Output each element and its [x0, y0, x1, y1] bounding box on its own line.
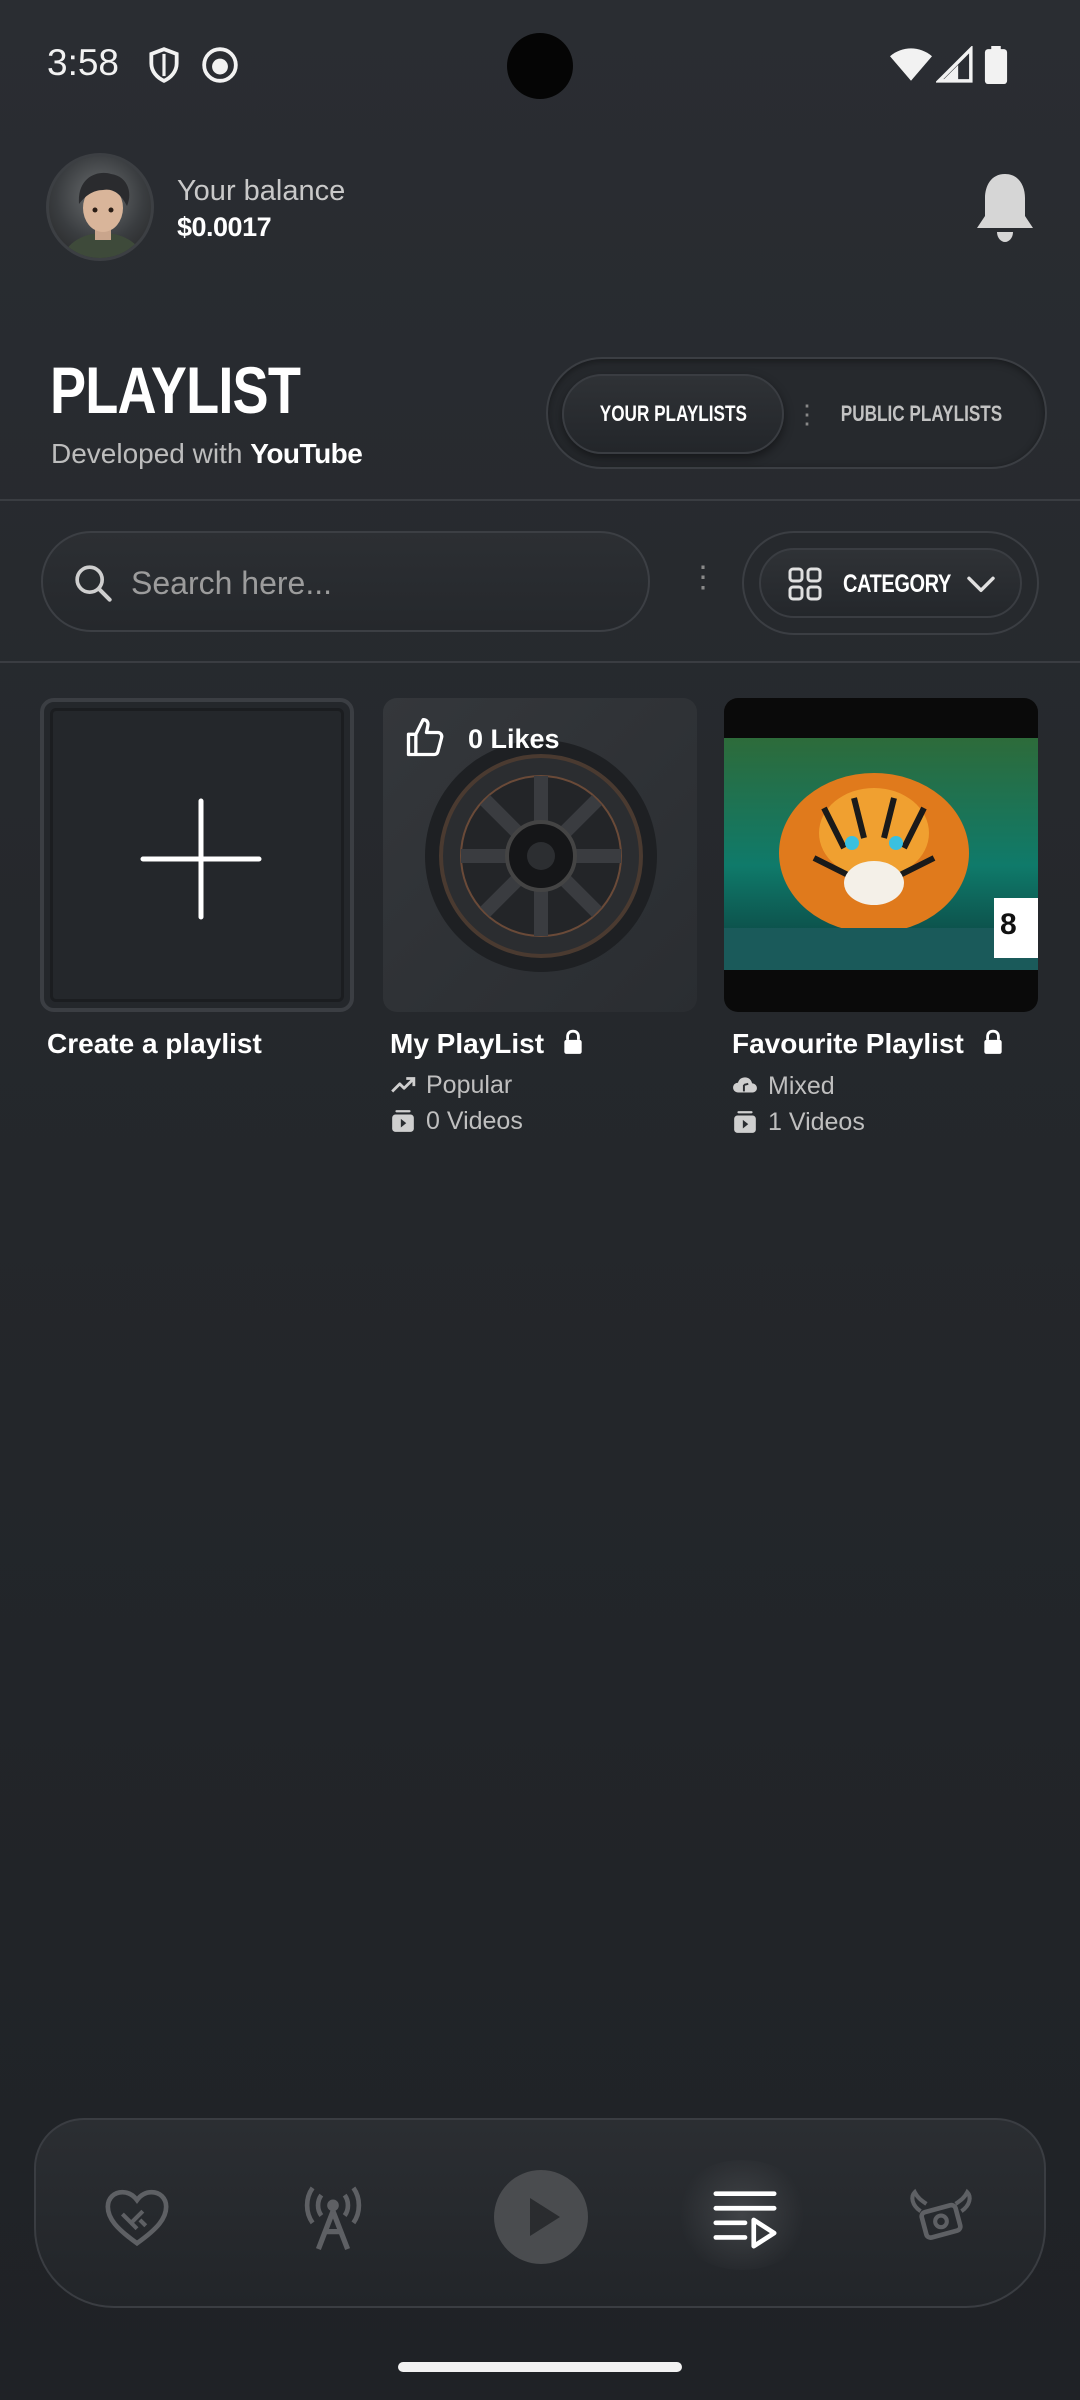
page-subtitle: Developed with YouTube: [51, 438, 363, 470]
lock-icon: [983, 1029, 1002, 1054]
tab-label: YOUR PLAYLISTS: [599, 401, 747, 426]
playlist-thumbnail: 8: [724, 738, 1038, 970]
status-bar: 3:58: [0, 0, 1080, 135]
playlist-title-text: My PlayList: [390, 1028, 545, 1059]
battery-icon: [984, 46, 1008, 84]
angel-money-icon[interactable]: [906, 2182, 976, 2252]
video-library-icon: [734, 1111, 756, 1133]
divider: [0, 661, 1080, 663]
balance-value: $0.0017: [177, 212, 272, 242]
search-input[interactable]: Search here...: [41, 531, 650, 632]
playlist-tag-text: Popular: [426, 1071, 513, 1099]
playlist-title[interactable]: Favourite Playlist: [732, 1028, 1004, 1060]
playlist-tag: Mixed: [732, 1072, 835, 1101]
playlist-video-count-text: 0 Videos: [426, 1107, 523, 1135]
create-playlist-label[interactable]: Create a playlist: [47, 1028, 262, 1060]
search-placeholder: Search here...: [131, 565, 332, 601]
playlist-card-my-playlist[interactable]: 0 Likes: [383, 698, 697, 1012]
divider: [0, 499, 1080, 501]
grid-icon: [788, 567, 822, 601]
video-library-icon: [392, 1110, 414, 1132]
svg-text:8: 8: [1000, 908, 1017, 941]
balance-label: Your balance: [177, 175, 346, 207]
playlist-card-favourite[interactable]: 8: [724, 698, 1038, 1012]
cloud-music-icon: [733, 1077, 757, 1093]
trending-up-icon: [391, 1077, 416, 1093]
bell-icon[interactable]: [975, 170, 1035, 246]
camera-cutout: [507, 33, 573, 99]
playlist-video-count: 0 Videos: [390, 1107, 523, 1136]
playlist-tag-text: Mixed: [768, 1072, 835, 1100]
playlist-tabs: YOUR PLAYLISTS ⋮ PUBLIC PLAYLISTS: [546, 357, 1047, 469]
tab-your-playlists[interactable]: YOUR PLAYLISTS: [562, 374, 784, 454]
lock-icon: [564, 1029, 582, 1054]
playlist-video-count-text: 1 Videos: [768, 1108, 865, 1136]
thumbs-up-icon[interactable]: [403, 716, 447, 760]
tab-label: PUBLIC PLAYLISTS: [840, 401, 1002, 426]
subtitle-prefix: Developed with: [51, 438, 243, 469]
category-label: CATEGORY: [843, 570, 951, 598]
play-icon: [530, 2198, 560, 2236]
create-playlist-card[interactable]: [40, 698, 354, 1012]
category-dropdown[interactable]: CATEGORY: [759, 548, 1022, 618]
playlist-thumbnail: [425, 740, 657, 972]
wifi-icon: [890, 48, 932, 81]
page-title: PLAYLIST: [50, 353, 301, 427]
more-options-icon[interactable]: ⋮: [688, 560, 718, 595]
bottom-navigation: [34, 2118, 1046, 2308]
cell-signal-icon: [936, 46, 973, 83]
plus-icon: [140, 798, 262, 920]
avatar[interactable]: [46, 153, 154, 261]
handshake-heart-icon[interactable]: [102, 2182, 172, 2252]
search-icon: [75, 565, 112, 602]
broadcast-tower-icon[interactable]: [298, 2182, 368, 2252]
chevron-down-icon: [967, 576, 995, 593]
category-container: CATEGORY: [742, 531, 1039, 635]
home-indicator[interactable]: [398, 2362, 682, 2372]
likes-count: 0 Likes: [468, 724, 560, 754]
status-time: 3:58: [47, 42, 120, 83]
playlist-tag: Popular: [390, 1071, 512, 1100]
play-button[interactable]: [494, 2170, 588, 2264]
avatar-image: [63, 172, 143, 258]
playlist-title-text: Favourite Playlist: [732, 1028, 964, 1059]
playlist-title[interactable]: My PlayList: [390, 1028, 584, 1060]
subtitle-brand: YouTube: [250, 438, 363, 469]
playlist-icon[interactable]: [709, 2182, 781, 2252]
playlist-video-count: 1 Videos: [732, 1108, 865, 1137]
app-notification-icon: [202, 47, 238, 83]
tab-public-playlists[interactable]: PUBLIC PLAYLISTS: [810, 374, 1032, 454]
shield-icon: [149, 47, 179, 83]
